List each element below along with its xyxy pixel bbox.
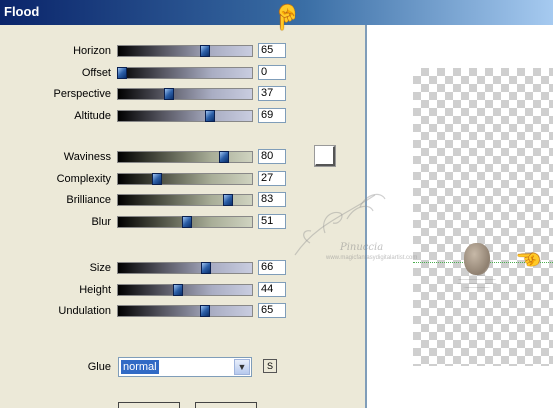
transparency-checkerboard: [413, 68, 553, 366]
slider-thumb[interactable]: [117, 67, 127, 79]
glue-select[interactable]: normal ▼: [118, 357, 252, 377]
watermark-text: Pinuccia: [340, 242, 384, 253]
ok-button[interactable]: [118, 402, 180, 408]
watermark-flourish: [294, 193, 386, 256]
slider-horizon[interactable]: [117, 45, 253, 57]
slider-perspective[interactable]: [117, 88, 253, 100]
slider-label-height: Height: [79, 284, 111, 296]
slider-thumb[interactable]: [151, 173, 162, 185]
slider-thumb[interactable]: [173, 284, 184, 296]
slider-label-brilliance: Brilliance: [66, 194, 111, 206]
slider-complexity[interactable]: [117, 173, 253, 185]
cancel-button[interactable]: [195, 402, 257, 408]
window-title: Flood: [4, 4, 40, 19]
value-field-waviness[interactable]: 80: [258, 149, 286, 164]
slider-label-offset: Offset: [81, 67, 111, 79]
slider-label-waviness: Waviness: [63, 151, 111, 163]
slider-label-altitude: Altitude: [74, 110, 111, 122]
chevron-down-icon[interactable]: ▼: [234, 359, 250, 375]
slider-blur[interactable]: [117, 216, 253, 228]
value-field-undulation[interactable]: 65: [258, 303, 286, 318]
slider-label-blur: Blur: [91, 216, 111, 228]
slider-thumb[interactable]: [164, 88, 175, 100]
value-field-blur[interactable]: 51: [258, 214, 286, 229]
color-swatch-button[interactable]: [315, 146, 335, 166]
value-field-brilliance[interactable]: 83: [258, 192, 286, 207]
value-field-height[interactable]: 44: [258, 282, 286, 297]
pointing-hand-icon: ☝: [518, 246, 541, 272]
value-field-perspective[interactable]: 37: [258, 86, 286, 101]
glue-selected-value: normal: [121, 360, 159, 374]
slider-label-undulation: Undulation: [58, 305, 111, 317]
slider-height[interactable]: [117, 284, 253, 296]
slider-label-horizon: Horizon: [73, 45, 111, 57]
slider-size[interactable]: [117, 262, 253, 274]
slider-label-complexity: Complexity: [56, 173, 111, 185]
slider-offset[interactable]: [117, 67, 253, 79]
slider-thumb[interactable]: [205, 110, 216, 122]
slider-thumb[interactable]: [223, 194, 234, 206]
slider-undulation[interactable]: [117, 305, 253, 317]
slider-thumb[interactable]: [200, 305, 211, 317]
slider-thumb[interactable]: [219, 151, 230, 163]
slider-waviness[interactable]: [117, 151, 253, 163]
value-field-offset[interactable]: 0: [258, 65, 286, 80]
glue-label: Glue: [87, 361, 111, 373]
slider-thumb[interactable]: [201, 262, 212, 274]
preview-reflection: [457, 275, 497, 289]
value-field-altitude[interactable]: 69: [258, 108, 286, 123]
slider-thumb[interactable]: [182, 216, 193, 228]
slider-altitude[interactable]: [117, 110, 253, 122]
value-field-size[interactable]: 66: [258, 260, 286, 275]
slider-label-perspective: Perspective: [53, 88, 111, 100]
watermark-url: www.magicfantasydigitalartist.com: [326, 255, 418, 261]
s-button[interactable]: S: [263, 359, 277, 373]
slider-thumb[interactable]: [200, 45, 211, 57]
slider-brilliance[interactable]: [117, 194, 253, 206]
value-field-horizon[interactable]: 65: [258, 43, 286, 58]
pointing-hand-icon: ☝: [272, 3, 302, 30]
preview-object: [464, 243, 490, 275]
value-field-complexity[interactable]: 27: [258, 171, 286, 186]
slider-label-size: Size: [89, 262, 111, 274]
